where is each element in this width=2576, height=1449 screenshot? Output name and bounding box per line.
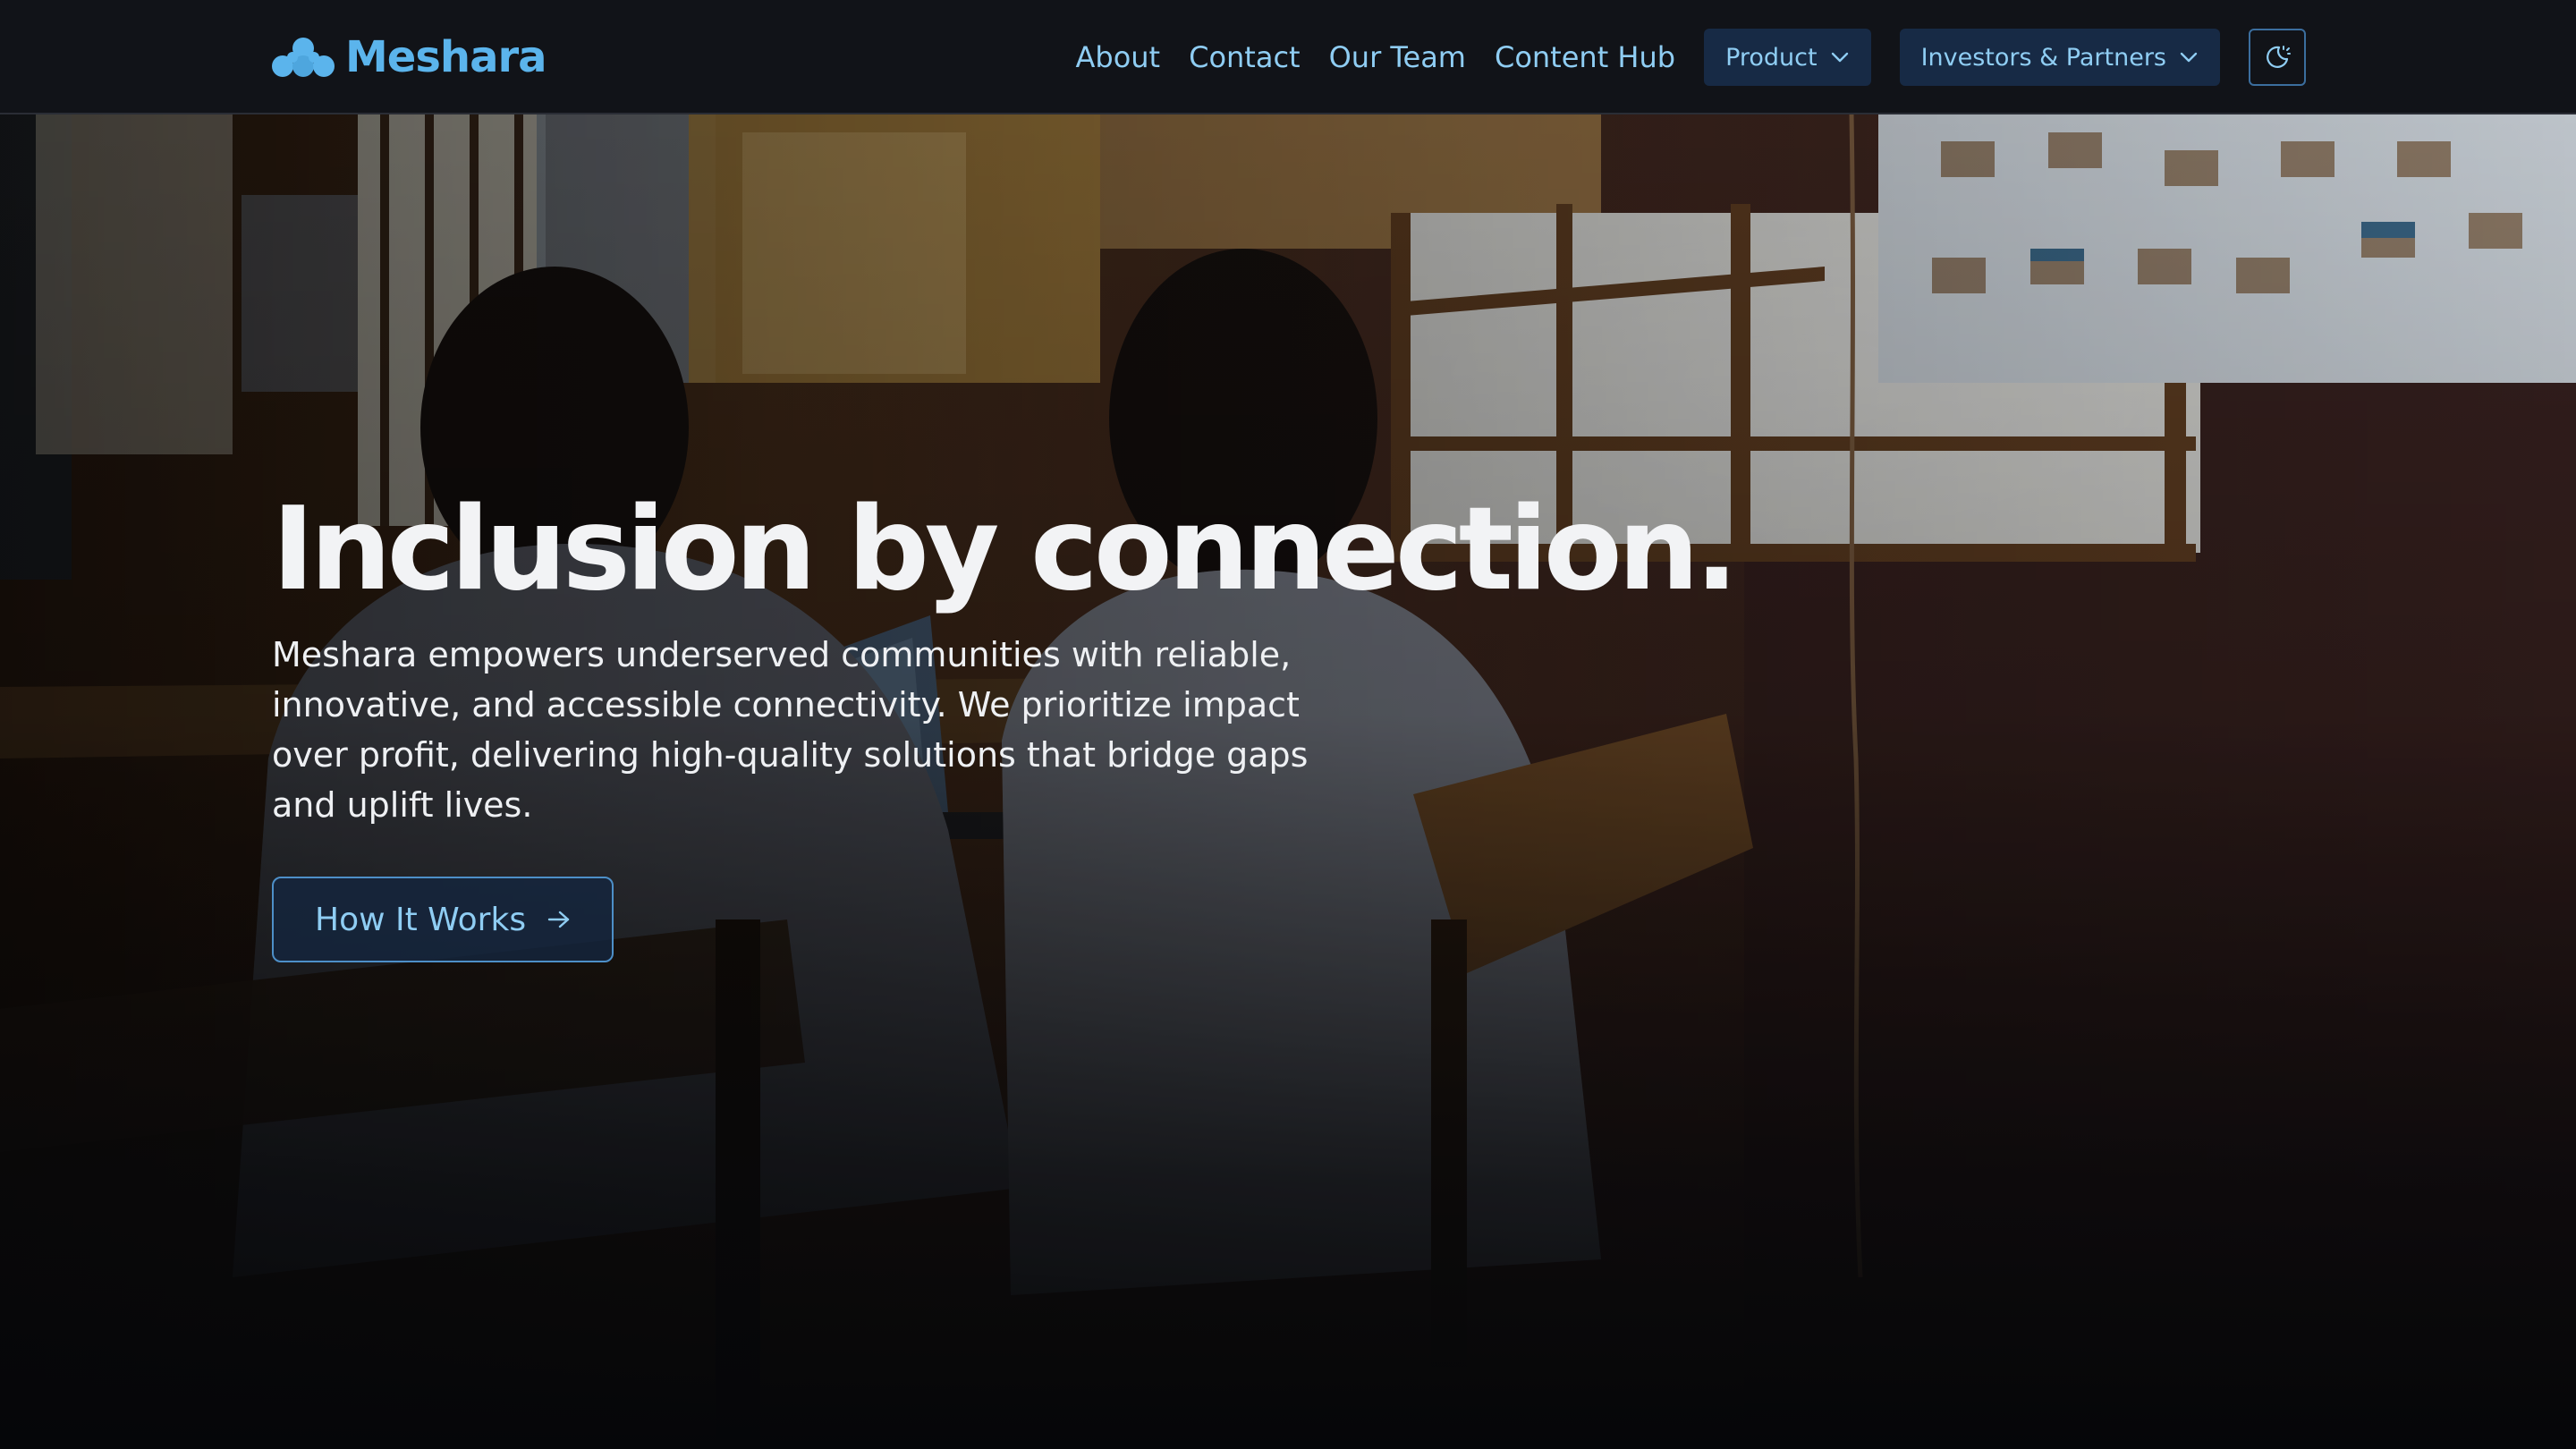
nav-link-content-hub[interactable]: Content Hub bbox=[1495, 40, 1675, 74]
chevron-down-icon bbox=[1831, 52, 1848, 63]
theme-toggle-button[interactable] bbox=[2249, 29, 2306, 86]
investors-dropdown-label: Investors & Partners bbox=[1920, 43, 2166, 72]
how-it-works-button[interactable]: How It Works bbox=[272, 877, 614, 963]
hero-content: Inclusion by connection. Meshara empower… bbox=[272, 483, 1738, 963]
three-circles-logo-icon bbox=[272, 38, 335, 77]
page: Meshara About Contact Our Team Content H… bbox=[0, 0, 2576, 1449]
main-nav: About Contact Our Team Content Hub Produ… bbox=[1075, 29, 2306, 86]
chevron-down-icon bbox=[2180, 52, 2198, 63]
product-dropdown[interactable]: Product bbox=[1704, 29, 1871, 86]
product-dropdown-label: Product bbox=[1725, 43, 1818, 72]
nav-link-our-team[interactable]: Our Team bbox=[1329, 40, 1466, 74]
top-navbar: Meshara About Contact Our Team Content H… bbox=[0, 0, 2576, 114]
hero-section: Inclusion by connection. Meshara empower… bbox=[0, 114, 2576, 1449]
how-it-works-label: How It Works bbox=[315, 901, 527, 938]
brand-name: Meshara bbox=[345, 32, 547, 82]
moon-sun-icon bbox=[2267, 46, 2291, 68]
investors-partners-dropdown[interactable]: Investors & Partners bbox=[1899, 29, 2220, 86]
nav-link-contact[interactable]: Contact bbox=[1189, 40, 1301, 74]
brand-home-link[interactable]: Meshara bbox=[270, 32, 547, 82]
hero-title: Inclusion by connection. bbox=[272, 483, 1738, 616]
hero-description: Meshara empowers underserved communities… bbox=[272, 635, 1309, 826]
nav-link-about[interactable]: About bbox=[1075, 40, 1160, 74]
arrow-right-icon bbox=[547, 911, 570, 928]
